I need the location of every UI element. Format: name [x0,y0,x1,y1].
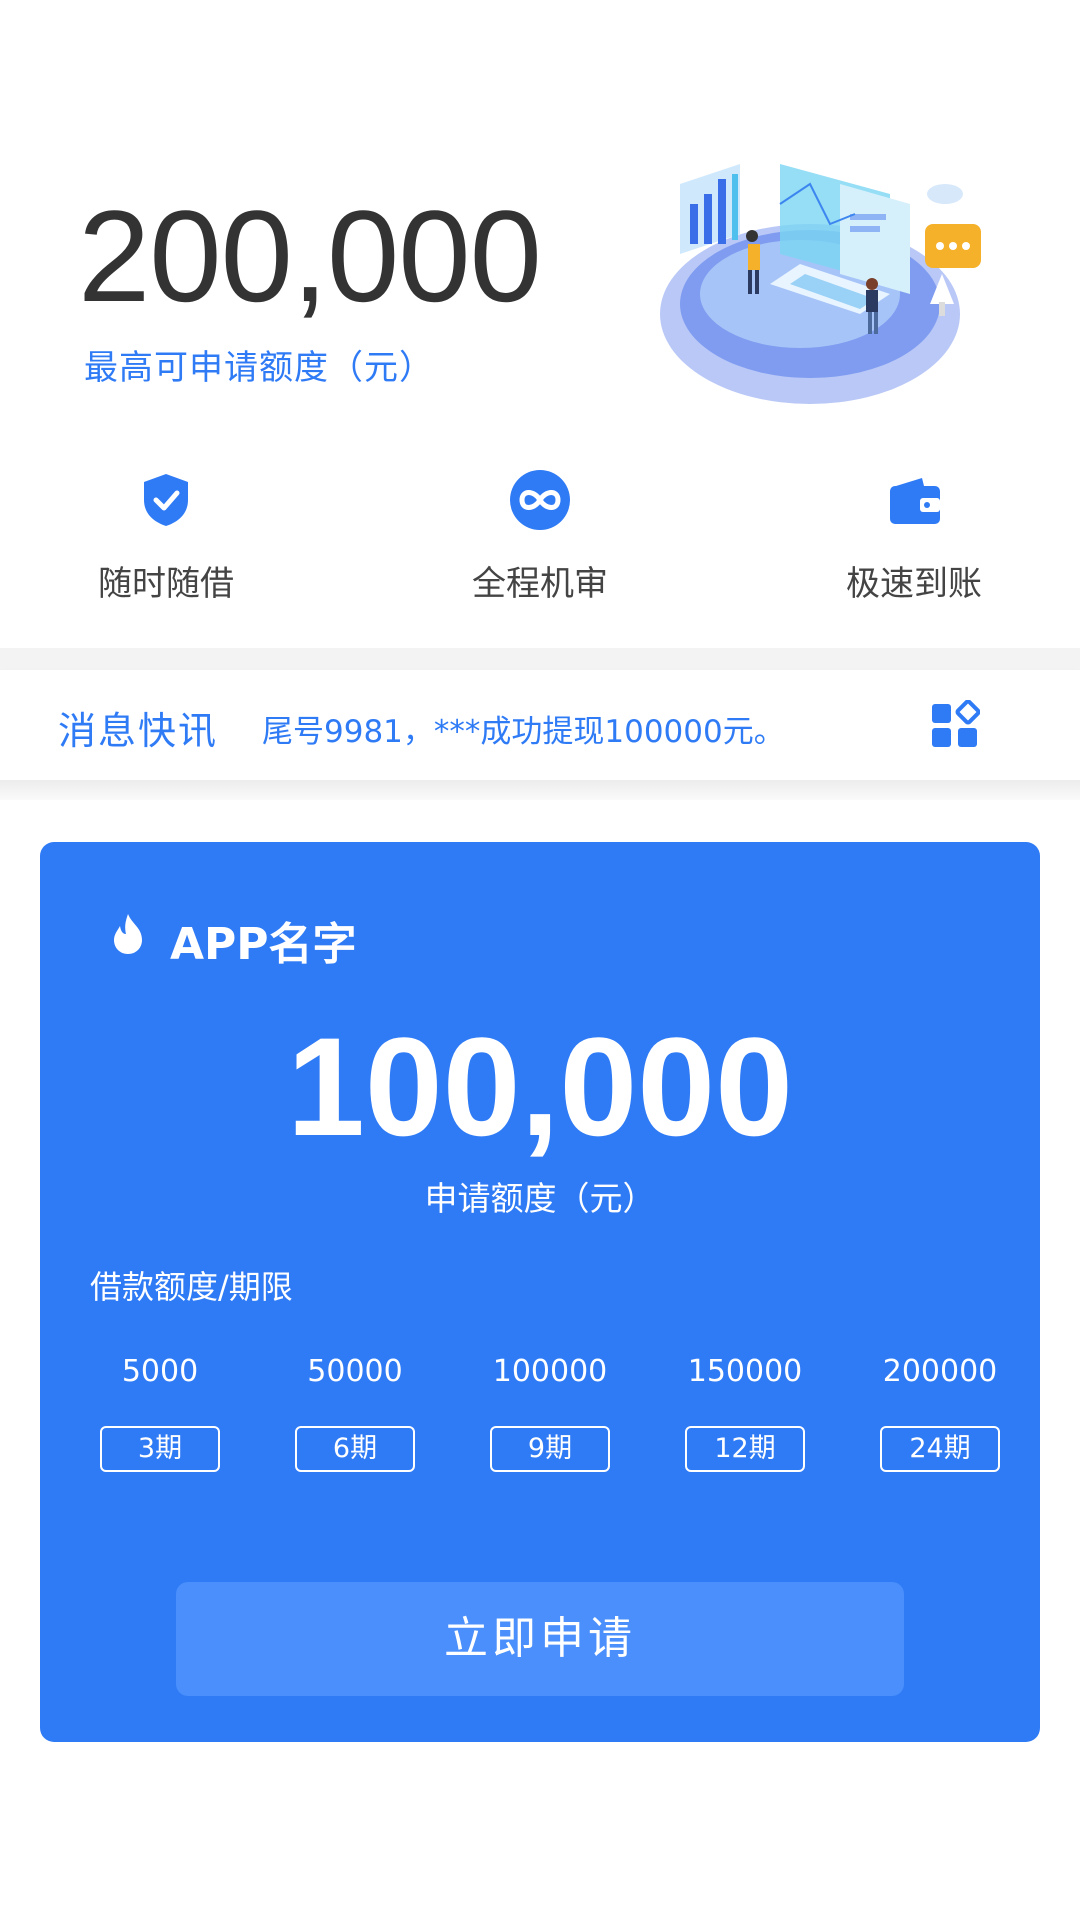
option-amount: 100000 [492,1354,608,1389]
option-amount: 5000 [121,1354,199,1389]
feature-label: 随时随借 [98,564,234,604]
term-section-title: 借款额度/期限 [90,1268,293,1306]
wallet-icon [890,478,940,524]
shield-check-icon [144,474,188,526]
news-ticker[interactable]: 消息快讯 尾号9981，***成功提现100000元。 [0,670,1080,780]
flame-icon [114,914,142,954]
news-message: 尾号9981，***成功提现100000元。 [262,714,785,750]
loan-options: 5000 3期 50000 6期 100000 9期 150000 12期 20… [70,1352,1010,1492]
option-term-button[interactable]: 12期 [685,1426,805,1472]
divider [0,648,1080,670]
loan-card: APP名字 100,000 申请额度（元） 借款额度/期限 5000 3期 50… [40,842,1040,1742]
loan-amount: 100,000 [286,1008,794,1165]
max-amount-caption: 最高可申请额度（元） [84,348,434,388]
loan-option[interactable]: 100000 9期 [460,1352,640,1492]
feature-label: 全程机审 [472,564,608,604]
loan-option[interactable]: 200000 24期 [850,1352,1030,1492]
option-term-button[interactable]: 3期 [100,1426,220,1472]
max-amount: 200,000 [78,183,542,329]
feature-label: 极速到账 [846,564,982,604]
option-term-button[interactable]: 6期 [295,1426,415,1472]
infinity-icon [510,470,570,530]
loan-option[interactable]: 150000 12期 [655,1352,835,1492]
loan-option[interactable]: 5000 3期 [70,1352,250,1492]
feature-item-anytime: 随时随借 [46,468,286,618]
feature-item-fast-arrival: 极速到账 [794,468,1034,618]
app-name: APP名字 [170,919,357,970]
option-amount: 50000 [307,1354,403,1389]
apply-now-button[interactable]: 立即申请 [176,1582,904,1696]
hero-section: 200,000 最高可申请额度（元） [0,0,1080,460]
computer-illustration [660,164,981,404]
option-term-button[interactable]: 9期 [490,1426,610,1472]
divider [0,780,1080,800]
apps-grid-icon[interactable] [930,700,980,750]
feature-item-auto-review: 全程机审 [420,468,660,618]
option-amount: 150000 [687,1354,803,1389]
news-title: 消息快讯 [58,709,219,753]
loan-option[interactable]: 50000 6期 [265,1352,445,1492]
option-amount: 200000 [882,1354,998,1389]
feature-row: 随时随借 全程机审 极速到账 [0,468,1080,618]
loan-amount-caption: 申请额度（元） [424,1179,656,1218]
option-term-button[interactable]: 24期 [880,1426,1000,1472]
